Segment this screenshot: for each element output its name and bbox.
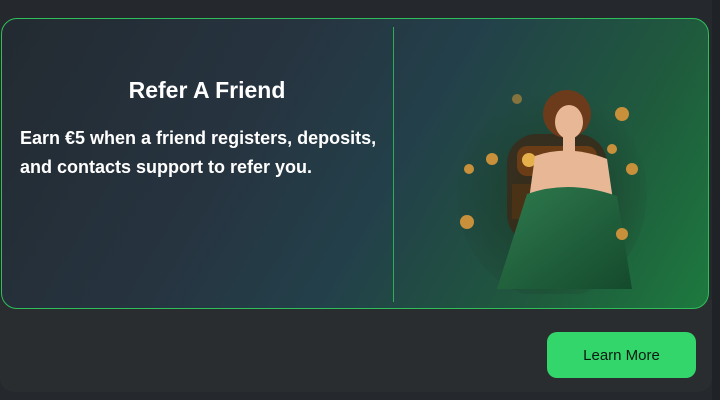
promo-title: Refer A Friend [128,77,286,103]
scrollbar-track[interactable] [712,0,720,400]
card-divider [393,27,394,302]
learn-more-button[interactable]: Learn More [547,332,696,378]
promo-card: Refer A Friend Earn €5 when a friend reg… [1,18,709,309]
page-background: Refer A Friend Earn €5 when a friend reg… [0,0,720,400]
promo-description: Earn €5 when a friend registers, deposit… [20,128,377,177]
casino-promo-illustration [457,89,647,294]
